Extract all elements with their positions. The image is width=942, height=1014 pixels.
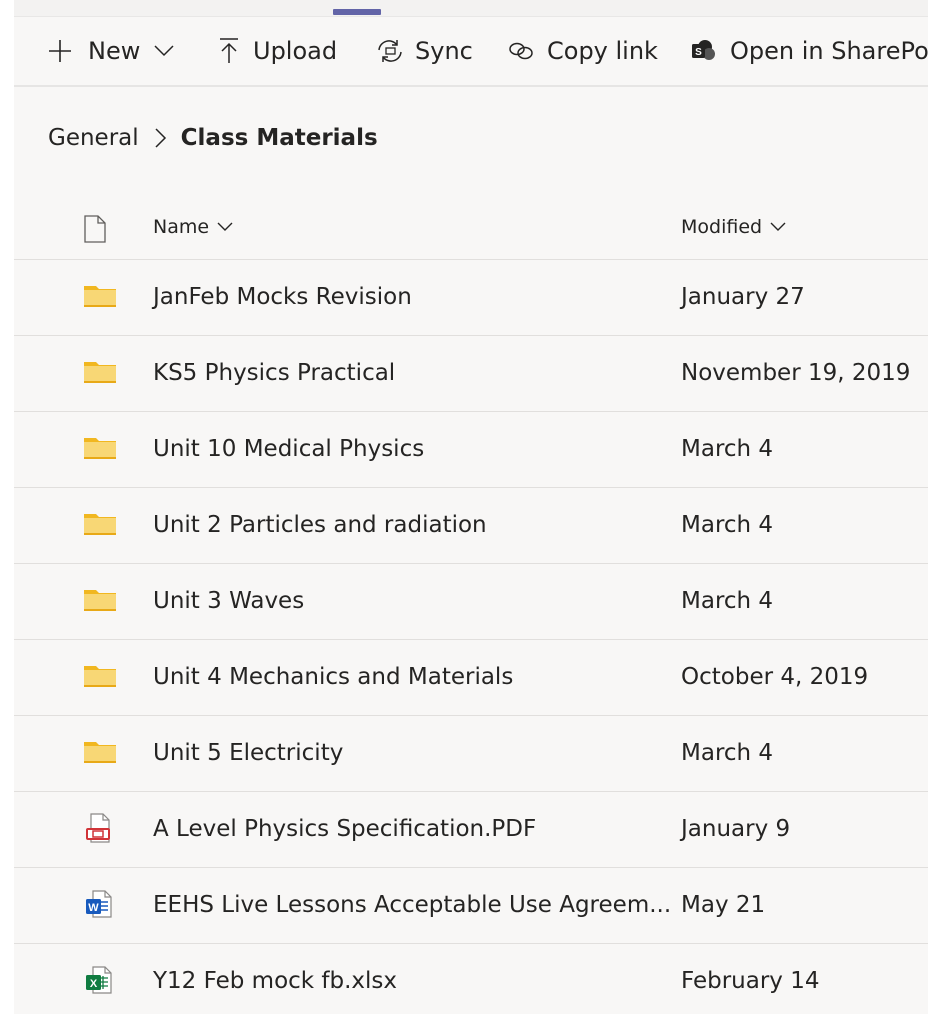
file-row[interactable]: Unit 10 Medical Physics March 4 [14, 412, 928, 488]
folder-icon [82, 736, 118, 770]
link-icon [507, 40, 535, 62]
plus-icon [48, 39, 72, 63]
file-modified: March 4 [681, 740, 774, 766]
file-name: JanFeb Mocks Revision [153, 284, 412, 310]
file-modified: February 14 [681, 968, 820, 994]
file-row[interactable]: X Y12 Feb mock fb.xlsx February 14 [14, 944, 928, 1014]
sync-button[interactable]: Sync [375, 17, 473, 85]
file-row[interactable]: Unit 3 Waves March 4 [14, 564, 928, 640]
chevron-right-icon [155, 128, 167, 148]
open-in-sharepoint-button[interactable]: S Open in SharePoir [690, 17, 928, 85]
breadcrumb-general[interactable]: General [48, 125, 139, 151]
file-name: Unit 3 Waves [153, 588, 305, 614]
sort-chevron-icon [217, 222, 233, 232]
folder-icon [82, 584, 118, 618]
sync-icon [375, 38, 405, 64]
file-type-icon [82, 215, 108, 247]
svg-text:W: W [88, 902, 99, 914]
sort-chevron-icon [770, 222, 786, 232]
chevron-down-icon [154, 45, 174, 57]
file-modified: May 21 [681, 892, 766, 918]
file-row[interactable]: KS5 Physics Practical November 19, 2019 [14, 336, 928, 412]
sync-label: Sync [415, 37, 473, 65]
file-modified: March 4 [681, 588, 774, 614]
file-modified: January 27 [681, 284, 805, 310]
file-name: KS5 Physics Practical [153, 360, 396, 386]
file-name: Unit 4 Mechanics and Materials [153, 664, 514, 690]
breadcrumb: General Class Materials [48, 118, 378, 158]
pdf-file-icon [82, 812, 118, 846]
file-row[interactable]: W EEHS Live Lessons Acceptable Use Agree… [14, 868, 928, 944]
command-bar: New Upload Sync Copy link S Open in Shar… [14, 17, 928, 87]
folder-icon [82, 432, 118, 466]
file-modified: October 4, 2019 [681, 664, 869, 690]
new-button[interactable]: New [48, 17, 174, 85]
file-modified: March 4 [681, 436, 774, 462]
folder-icon [82, 280, 118, 314]
file-row[interactable]: JanFeb Mocks Revision January 27 [14, 260, 928, 336]
file-modified: March 4 [681, 512, 774, 538]
upload-button[interactable]: Upload [219, 17, 337, 85]
column-name-label: Name [153, 216, 210, 238]
svg-text:S: S [695, 47, 702, 58]
file-name: EEHS Live Lessons Acceptable Use Agreem.… [153, 892, 672, 918]
active-tab-indicator [333, 9, 381, 15]
column-modified-label: Modified [681, 216, 763, 238]
folder-icon [82, 356, 118, 390]
file-row[interactable]: Unit 5 Electricity March 4 [14, 716, 928, 792]
tab-strip [14, 0, 928, 17]
file-row[interactable]: A Level Physics Specification.PDF Januar… [14, 792, 928, 868]
svg-text:X: X [90, 978, 98, 990]
upload-icon [219, 38, 239, 64]
copy-link-label: Copy link [547, 37, 658, 65]
new-label: New [88, 37, 141, 65]
excel-file-icon: X [82, 964, 118, 998]
upload-label: Upload [253, 37, 338, 65]
column-header-modified[interactable]: Modified [681, 216, 786, 238]
file-name: Y12 Feb mock fb.xlsx [153, 968, 398, 994]
copy-link-button[interactable]: Copy link [507, 17, 658, 85]
file-row[interactable]: Unit 2 Particles and radiation March 4 [14, 488, 928, 564]
folder-icon [82, 660, 118, 694]
file-modified: January 9 [681, 816, 791, 842]
file-row[interactable]: Unit 4 Mechanics and Materials October 4… [14, 640, 928, 716]
breadcrumb-current: Class Materials [180, 125, 378, 151]
file-modified: November 19, 2019 [681, 360, 911, 386]
files-page: New Upload Sync Copy link S Open in Shar… [0, 0, 942, 1014]
sharepoint-icon: S [690, 38, 716, 64]
folder-icon [82, 508, 118, 542]
file-name: A Level Physics Specification.PDF [153, 816, 537, 842]
column-header-name[interactable]: Name [153, 216, 233, 238]
list-header: Name Modified [14, 198, 928, 260]
file-name: Unit 10 Medical Physics [153, 436, 425, 462]
file-name: Unit 2 Particles and radiation [153, 512, 487, 538]
file-list: JanFeb Mocks Revision January 27 KS5 Phy… [14, 260, 928, 1014]
open-in-sharepoint-label: Open in SharePoir [730, 37, 928, 65]
file-name: Unit 5 Electricity [153, 740, 344, 766]
word-file-icon: W [82, 888, 118, 922]
